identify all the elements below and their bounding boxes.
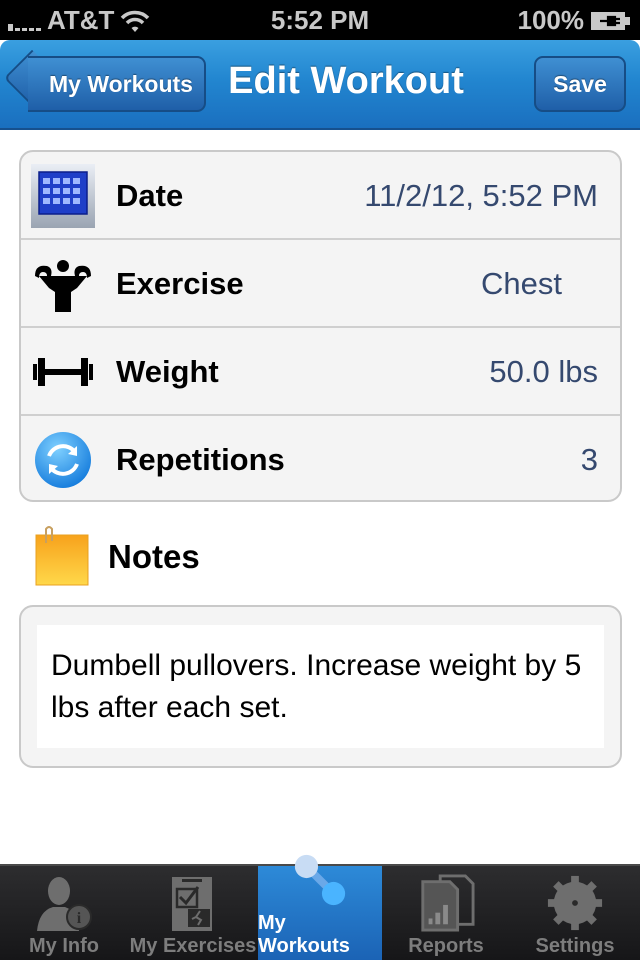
tab-label: Reports (408, 935, 484, 957)
navigation-bar: My Workouts Edit Workout Save (0, 40, 640, 130)
gear-icon (546, 873, 604, 933)
save-button[interactable]: Save (534, 56, 626, 112)
notes-box: Dumbell pullovers. Increase weight by 5 … (19, 605, 622, 768)
date-value: 11/2/12, 5:52 PM (364, 178, 598, 213)
muscle-man-icon (31, 252, 95, 316)
notes-header: Notes (34, 525, 200, 589)
tab-label: My Workouts (258, 912, 350, 957)
calendar-icon (31, 164, 95, 228)
tab-label: My Info (29, 935, 99, 957)
weight-label: Weight (116, 354, 219, 389)
date-label: Date (116, 178, 184, 213)
weight-row[interactable]: Weight 50.0 lbs (21, 328, 620, 416)
tab-my-info[interactable]: i My Info (0, 866, 128, 960)
sticky-note-icon (35, 526, 89, 586)
battery-charging-icon (591, 11, 630, 30)
exercise-row[interactable]: Exercise Chest (21, 240, 620, 328)
tab-settings[interactable]: Settings (510, 866, 640, 960)
tab-my-exercises[interactable]: My Exercises (128, 866, 258, 960)
repetitions-value: 3 (580, 442, 598, 477)
tab-my-workouts[interactable]: My Workouts (258, 854, 382, 960)
date-row[interactable]: Date 11/2/12, 5:52 PM (21, 152, 620, 240)
notes-textarea[interactable]: Dumbell pullovers. Increase weight by 5 … (37, 625, 604, 748)
tab-reports[interactable]: Reports (382, 866, 510, 960)
tab-label: My Exercises (129, 935, 257, 957)
tab-bar: i My Info My Exercises My Workouts Repor… (0, 854, 640, 960)
exercise-value: Chest (481, 266, 562, 301)
svg-text:i: i (77, 910, 82, 927)
exercise-label: Exercise (116, 266, 244, 301)
repetitions-label: Repetitions (116, 442, 285, 477)
tab-label: Settings (535, 935, 615, 957)
battery-percent: 100% (517, 5, 585, 35)
repetitions-row[interactable]: Repetitions 3 (21, 416, 620, 500)
person-info-icon: i (35, 873, 93, 933)
repeat-icon (31, 428, 95, 492)
status-bar: AT&T 5:52 PM 100% (0, 0, 640, 40)
checklist-runner-icon (164, 873, 222, 933)
report-chart-icon (417, 873, 475, 933)
notes-label: Notes (108, 538, 200, 575)
workout-nodes-icon (291, 850, 349, 910)
workout-fields-table: Date 11/2/12, 5:52 PM Exercise Chest Wei… (19, 150, 622, 502)
dumbbell-icon (31, 340, 95, 404)
weight-value: 50.0 lbs (489, 354, 598, 389)
